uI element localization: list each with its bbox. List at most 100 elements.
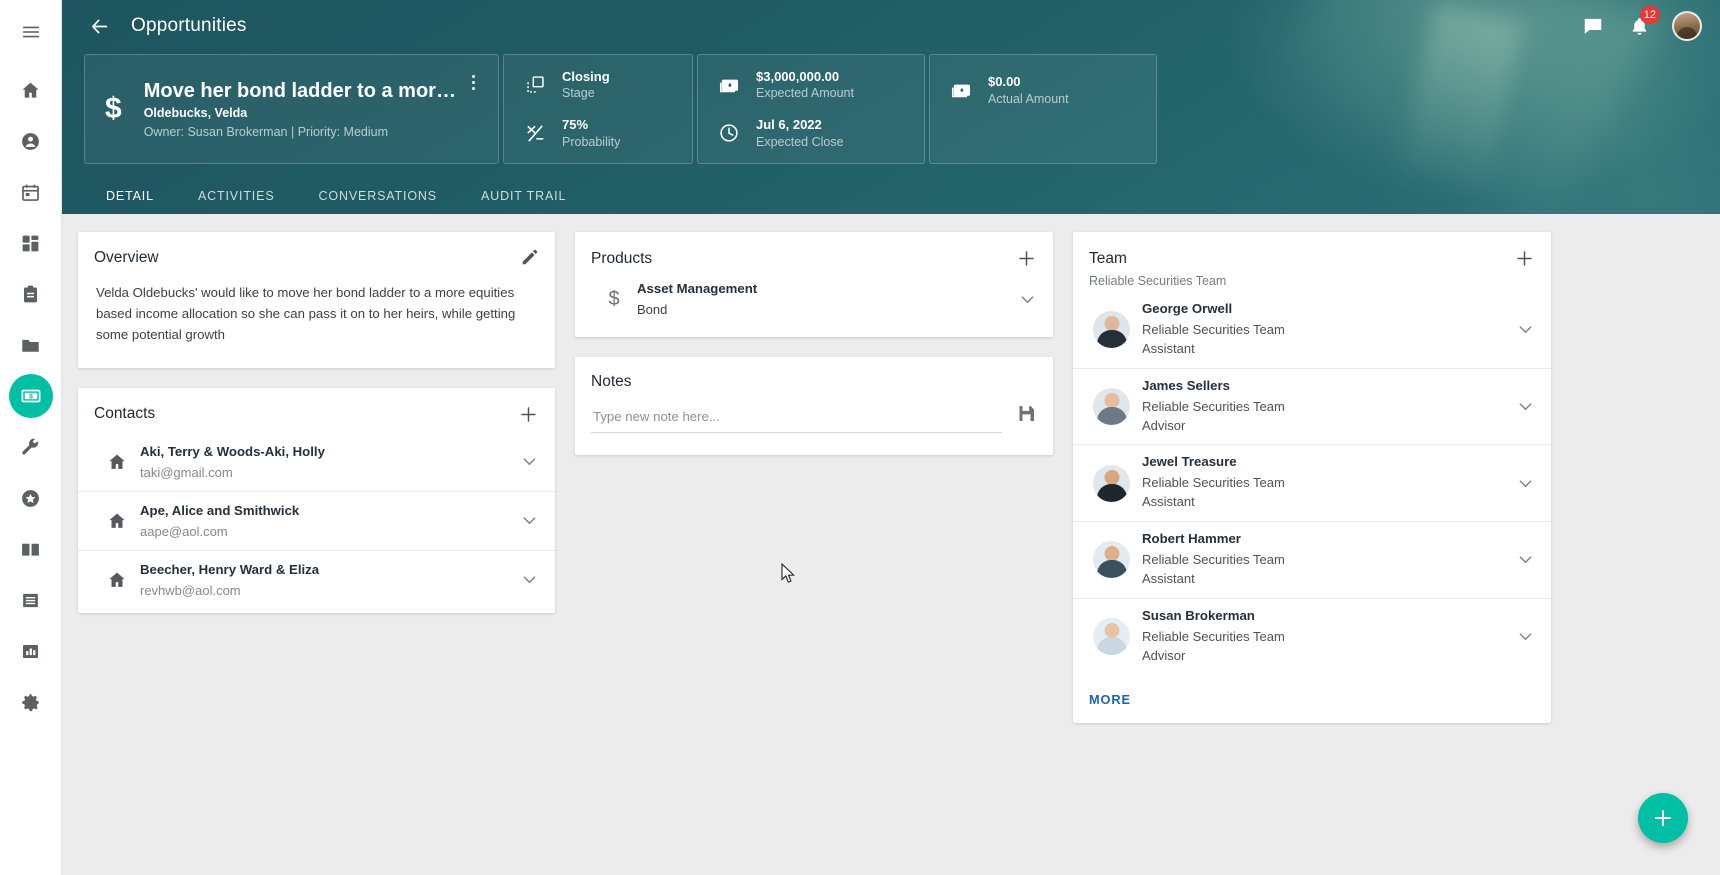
header-banner: Opportunities 12 $ Move her bond ladder …	[62, 0, 1720, 214]
member-team: Reliable Securities Team	[1142, 322, 1285, 337]
stage-icon	[522, 74, 548, 95]
tab-conversations[interactable]: CONVERSATIONS	[297, 181, 459, 214]
chevron-down-icon[interactable]	[510, 570, 539, 589]
column-right: Team Reliable Securities Team George Orw…	[1073, 232, 1551, 724]
tasks-icon[interactable]	[9, 272, 53, 316]
kebab-menu-icon[interactable]	[462, 69, 484, 95]
member-role: Advisor	[1142, 647, 1186, 663]
member-role: Assistant	[1142, 494, 1195, 510]
expected-card: $3,000,000.00 Expected Amount Jul 6, 202…	[697, 54, 925, 164]
stage-value: Closing	[562, 68, 610, 84]
add-fab-button[interactable]	[1638, 793, 1688, 843]
chat-icon[interactable]	[1580, 13, 1606, 39]
chevron-down-icon[interactable]	[1506, 627, 1535, 646]
expected-close-label: Expected Close	[756, 134, 844, 149]
member-role: Assistant	[1142, 340, 1195, 356]
contacts-list: Aki, Terry & Woods-Aki, Holly taki@gmail…	[78, 425, 555, 613]
chevron-down-icon[interactable]	[1506, 550, 1535, 569]
member-role: Advisor	[1142, 417, 1186, 433]
tab-audit-trail[interactable]: AUDIT TRAIL	[459, 181, 588, 214]
settings-icon[interactable]	[9, 680, 53, 724]
list-item[interactable]: Robert Hammer Reliable Securities Team A…	[1073, 522, 1551, 599]
contacts-title: Contacts	[94, 405, 156, 423]
note-input[interactable]	[591, 403, 1002, 433]
team-title: Team	[1089, 249, 1127, 267]
products-title: Products	[591, 249, 653, 267]
chevron-down-icon[interactable]	[510, 511, 539, 530]
contact-email: revhwb@aol.com	[140, 582, 241, 598]
column-middle: Products $ Asset Management Bond Notes T…	[575, 232, 1053, 455]
menu-icon[interactable]	[9, 10, 53, 54]
expected-close-value: Jul 6, 2022	[756, 117, 822, 132]
products-card: Products $ Asset Management Bond	[575, 232, 1053, 337]
overview-card: Overview Velda Oldebucks' would like to …	[78, 232, 555, 368]
list-item[interactable]: Aki, Terry & Woods-Aki, Holly taki@gmail…	[78, 433, 555, 492]
plus-icon	[1655, 810, 1671, 826]
team-card: Team Reliable Securities Team George Orw…	[1073, 232, 1551, 724]
team-header: Team	[1073, 232, 1551, 269]
chevron-down-icon[interactable]	[1506, 320, 1535, 339]
list-item[interactable]: Ape, Alice and Smithwick aape@aol.com	[78, 492, 555, 551]
avatar[interactable]	[1672, 11, 1702, 41]
household-icon	[94, 570, 140, 590]
library-icon[interactable]	[9, 527, 53, 571]
member-team: Reliable Securities Team	[1142, 552, 1285, 568]
list-item[interactable]: Beecher, Henry Ward & Eliza revhwb@aol.c…	[78, 551, 555, 609]
chevron-down-icon[interactable]	[1506, 474, 1535, 493]
plus-icon[interactable]	[518, 404, 539, 425]
save-icon[interactable]	[1016, 403, 1037, 433]
contacts-icon[interactable]	[9, 119, 53, 163]
metric-actual-amount: $0.00 Actual Amount	[948, 73, 1069, 107]
bell-icon[interactable]: 12	[1626, 6, 1660, 39]
dashboard-icon[interactable]	[9, 221, 53, 265]
note-composer	[575, 391, 1053, 455]
home-icon[interactable]	[9, 68, 53, 112]
member-name: Robert Hammer	[1142, 531, 1241, 547]
plus-icon[interactable]	[1514, 248, 1535, 269]
chevron-down-icon[interactable]	[510, 452, 539, 471]
contacts-card: Contacts Aki, Terry & Woods-Aki, Holly t…	[78, 387, 555, 613]
expected-amount-label: Expected Amount	[756, 86, 854, 101]
favorites-icon[interactable]	[9, 476, 53, 520]
household-icon	[94, 452, 140, 472]
list-item[interactable]: $ Asset Management Bond	[575, 269, 1053, 337]
opportunities-icon[interactable]: $	[8, 374, 53, 418]
reports-icon[interactable]	[9, 629, 53, 673]
list-item[interactable]: Susan Brokerman Reliable Securities Team…	[1073, 599, 1551, 675]
avatar	[1093, 388, 1130, 426]
back-button[interactable]	[84, 11, 114, 41]
app-root: $ Opportunities 12 $ Move her bond ladde…	[0, 0, 1720, 875]
team-subtitle: Reliable Securities Team	[1089, 274, 1227, 288]
contact-email: taki@gmail.com	[140, 464, 233, 480]
summary-cards: $ Move her bond ladder to a more… Oldebu…	[62, 54, 1720, 164]
notes-card: Notes	[575, 357, 1053, 455]
avatar	[1093, 311, 1130, 349]
product-type: Bond	[637, 302, 668, 317]
calendar-icon[interactable]	[9, 170, 53, 214]
opportunity-card[interactable]: $ Move her bond ladder to a more… Oldebu…	[84, 54, 499, 164]
plus-icon[interactable]	[1016, 248, 1037, 269]
top-bar-actions: 12	[1580, 6, 1702, 41]
member-name: George Orwell	[1142, 301, 1233, 316]
avatar	[1093, 541, 1130, 579]
member-team: Reliable Securities Team	[1142, 628, 1285, 644]
notes-icon[interactable]	[9, 578, 53, 622]
chevron-down-icon[interactable]	[1506, 397, 1535, 416]
list-item[interactable]: George Orwell Reliable Securities Team A…	[1073, 292, 1551, 369]
contact-email: aape@aol.com	[140, 523, 228, 539]
chevron-down-icon[interactable]	[1008, 290, 1037, 309]
column-left: Overview Velda Oldebucks' would like to …	[78, 232, 555, 613]
files-icon[interactable]	[9, 323, 53, 367]
member-team: Reliable Securities Team	[1142, 398, 1285, 414]
team-more-button[interactable]: MORE	[1073, 678, 1147, 723]
tools-icon[interactable]	[9, 425, 53, 469]
left-nav-rail: $	[0, 0, 62, 875]
product-name: Asset Management	[637, 281, 758, 296]
list-item[interactable]: Jewel Treasure Reliable Securities Team …	[1073, 445, 1551, 523]
list-item[interactable]: James Sellers Reliable Securities Team A…	[1073, 369, 1551, 446]
notes-header: Notes	[575, 357, 1053, 391]
metric-stage: Closing Stage	[522, 68, 610, 102]
pencil-icon[interactable]	[520, 248, 539, 267]
tab-detail[interactable]: DETAIL	[84, 181, 176, 214]
tab-activities[interactable]: ACTIVITIES	[176, 181, 297, 214]
